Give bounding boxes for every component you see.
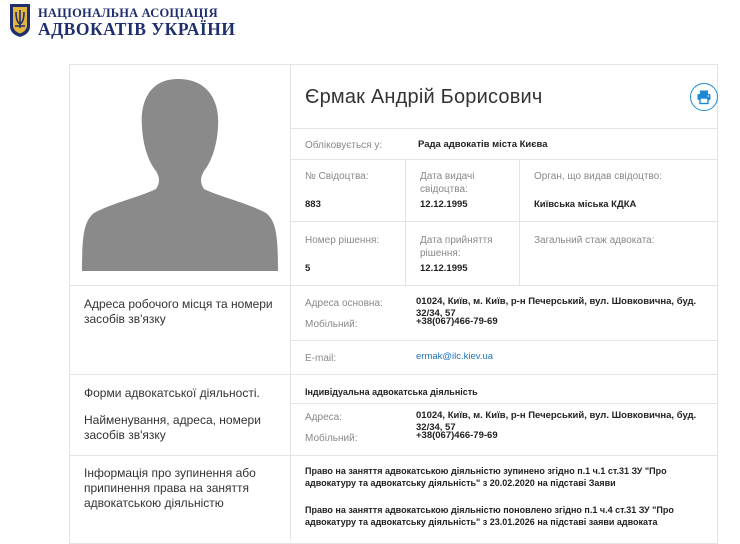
practice-mobile-label: Мобільний: bbox=[305, 433, 358, 444]
issue-date-label: Дата видачі свідоцтва: bbox=[420, 171, 475, 195]
email-link[interactable]: ermak@ilc.kiev.ua bbox=[416, 351, 493, 363]
decision-no-value: 5 bbox=[305, 263, 311, 274]
decision-no-label: Номер рішення: bbox=[305, 235, 380, 246]
issue-date-value: 12.12.1995 bbox=[420, 199, 468, 210]
email-label: E-mail: bbox=[305, 353, 337, 364]
divider bbox=[69, 285, 718, 286]
print-icon bbox=[697, 90, 711, 105]
lawyer-name: Єрмак Андрій Борисович bbox=[305, 86, 543, 108]
suspension-entry: Право на заняття адвокатською діяльністю… bbox=[305, 466, 667, 488]
divider bbox=[405, 159, 406, 285]
divider bbox=[290, 221, 718, 222]
issuer-label: Орган, що видав свідоцтво: bbox=[534, 171, 663, 182]
practice-mobile-value: +38(067)466-79-69 bbox=[416, 430, 498, 441]
divider bbox=[290, 64, 291, 540]
main-address-label: Адреса основна: bbox=[305, 298, 383, 309]
practice-address-label: Адреса: bbox=[305, 412, 342, 423]
suspension-section-title: Інформація про зупинення або припинення … bbox=[84, 466, 256, 510]
divider bbox=[290, 340, 718, 341]
mobile-label: Мобільний: bbox=[305, 319, 358, 330]
registered-value: Рада адвокатів міста Києва bbox=[418, 139, 548, 150]
divider bbox=[290, 159, 718, 160]
divider bbox=[519, 159, 520, 285]
avatar bbox=[70, 65, 290, 285]
divider bbox=[290, 403, 718, 404]
decision-date-label: Дата прийняття рішення: bbox=[420, 235, 493, 259]
practice-section-title: Форми адвокатської діяльності. bbox=[84, 386, 260, 400]
divider bbox=[69, 374, 718, 375]
decision-date-value: 12.12.1995 bbox=[420, 263, 468, 274]
workplace-section-title: Адреса робочого місця та номери засобів … bbox=[84, 297, 273, 326]
divider bbox=[69, 455, 718, 456]
print-button[interactable] bbox=[690, 83, 718, 111]
practice-section-subtitle: Найменування, адреса, номери засобів зв'… bbox=[84, 413, 261, 442]
org-name-line2: АДВОКАТІВ УКРАЇНИ bbox=[38, 19, 236, 39]
person-silhouette-icon bbox=[82, 79, 278, 271]
registered-label: Обліковується у: bbox=[305, 140, 383, 151]
mobile-value: +38(067)466-79-69 bbox=[416, 316, 498, 327]
certificate-no-label: № Свідоцтва: bbox=[305, 171, 369, 182]
site-header: НАЦІОНАЛЬНА АСОЦІАЦІЯ АДВОКАТІВ УКРАЇНИ bbox=[0, 0, 740, 48]
practice-form-value: Індивідуальна адвокатська діяльність bbox=[305, 387, 478, 397]
divider bbox=[290, 128, 718, 129]
experience-label: Загальний стаж адвоката: bbox=[534, 235, 655, 246]
issuer-value: Київська міська КДКА bbox=[534, 199, 637, 210]
trident-emblem-icon[interactable] bbox=[8, 2, 32, 38]
suspension-entry: Право на заняття адвокатською діяльністю… bbox=[305, 505, 674, 527]
certificate-no-value: 883 bbox=[305, 199, 321, 210]
